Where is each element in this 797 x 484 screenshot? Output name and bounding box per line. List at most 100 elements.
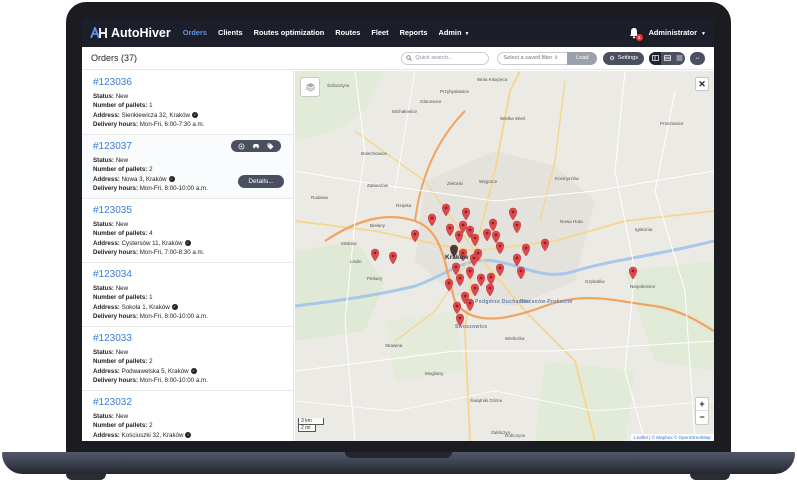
map-base-layer xyxy=(295,71,714,441)
map-place-label: Kraków xyxy=(445,254,469,261)
nav-reports[interactable]: Reports xyxy=(400,28,428,37)
map-place-label: Przybysławice xyxy=(440,89,470,94)
settings-label: Settings xyxy=(617,55,638,61)
map-place-label: Nowa Huta xyxy=(560,219,583,224)
brand-logo[interactable]: AutoHiver xyxy=(90,26,171,40)
expand-button[interactable]: ↔ xyxy=(690,51,705,65)
order-id-link[interactable]: #123036 xyxy=(93,77,293,88)
zoom-in-button[interactable]: + xyxy=(696,398,708,411)
address-label: Address: xyxy=(93,239,120,247)
pallets-label: Number of pallets: xyxy=(93,294,148,302)
orders-list: #123036 Status: New Number of pallets: 1… xyxy=(82,71,294,441)
status-value: New xyxy=(115,285,129,292)
order-pallets: Number of pallets: 2 xyxy=(93,165,293,174)
pallets-value: 2 xyxy=(149,422,153,430)
order-id-link[interactable]: #123032 xyxy=(93,397,293,408)
order-pallets: Number of pallets: 1 xyxy=(93,293,293,302)
order-card[interactable]: #123033 Status: New Number of pallets: 2… xyxy=(82,327,293,391)
map-place-label: Bolechowice xyxy=(361,151,387,156)
search-input[interactable]: Quick search... xyxy=(401,51,490,65)
order-address: Address: Sienkiewicza 32, Kraków ✓ xyxy=(93,111,293,120)
split-view-button[interactable] xyxy=(649,51,661,65)
user-menu[interactable]: Administrator ▼ xyxy=(649,28,706,37)
app-screen: AutoHiver Orders Clients Routes optimiza… xyxy=(82,18,714,441)
details-button[interactable]: Details... xyxy=(238,175,284,188)
status-label: Status: xyxy=(93,221,114,228)
order-status: Status: New xyxy=(93,220,293,229)
map-place-label: Igołomia xyxy=(635,227,653,232)
order-pallets: Number of pallets: 4 xyxy=(93,229,293,238)
layers-icon xyxy=(305,83,315,92)
car-icon[interactable] xyxy=(252,143,260,149)
zoom-out-button[interactable]: − xyxy=(696,411,708,424)
order-status: Status: New xyxy=(93,284,293,293)
address-label: Address: xyxy=(93,431,120,439)
order-pallets: Number of pallets: 2 xyxy=(93,421,293,430)
map-place-label: Mogilany xyxy=(425,371,444,376)
nav-clients[interactable]: Clients xyxy=(218,28,243,37)
map-marker-icon[interactable] xyxy=(371,248,379,262)
check-circle-icon: ✓ xyxy=(168,175,175,182)
order-card[interactable]: #123036 Status: New Number of pallets: 1… xyxy=(82,71,293,135)
order-card[interactable]: #123035 Status: New Number of pallets: 4… xyxy=(82,199,293,263)
list-view-button[interactable] xyxy=(673,52,685,65)
page-title: Orders (37) xyxy=(91,53,138,63)
autohiver-logo-icon xyxy=(90,26,107,38)
pallets-value: 1 xyxy=(149,294,153,302)
map-place-label: Rudawa xyxy=(311,195,328,200)
target-icon[interactable] xyxy=(238,143,245,150)
pallets-label: Number of pallets: xyxy=(93,230,148,238)
settings-button[interactable]: ⚙ Settings xyxy=(603,51,644,65)
map-place-label: Wola Książęca xyxy=(477,77,508,82)
nav-user-area: 1 Administrator ▼ xyxy=(628,27,706,41)
status-value: New xyxy=(115,221,129,228)
map-marker-icon[interactable] xyxy=(389,251,397,265)
order-status: Status: New xyxy=(93,156,293,165)
saved-filter-select[interactable]: Select a saved filter ⇕ xyxy=(497,51,568,65)
map-place-label: Węgrzce xyxy=(479,179,498,184)
check-circle-icon: ✓ xyxy=(190,367,197,374)
nav-admin[interactable]: Admin ▼ xyxy=(439,28,470,37)
table-view-button[interactable] xyxy=(661,52,673,65)
map-attribution[interactable]: Leaflet | © Mapbox © OpenStreetMap xyxy=(631,434,714,441)
map-place-label: Zielonki xyxy=(447,181,463,186)
scale-mi: 2 mi xyxy=(298,425,316,432)
hours-label: Delivery hours: xyxy=(93,184,139,192)
status-value: New xyxy=(115,157,129,164)
address-value: Sokola 1, Kraków xyxy=(121,303,170,311)
order-pallets: Number of pallets: 1 xyxy=(93,101,293,110)
pallets-value: 2 xyxy=(149,358,153,366)
hours-value: Mon-Fri, 6:00-7:30 a.m. xyxy=(139,120,205,128)
notifications-button[interactable]: 1 xyxy=(628,27,643,41)
load-filter-button[interactable]: Load xyxy=(567,51,598,65)
orders-map[interactable]: Przybysławice Wola Książęca Ściborzyce Mich… xyxy=(295,71,714,441)
address-value: Sienkiewicza 32, Kraków xyxy=(121,111,190,119)
order-card[interactable]: #123032 Status: New Number of pallets: 2… xyxy=(82,391,293,441)
saved-filter-group: Select a saved filter ⇕ Load xyxy=(497,51,598,65)
map-place-label: Skawina xyxy=(385,343,403,348)
laptop-foot-left xyxy=(66,474,106,480)
hours-value: Mon-Fri, 7:00-8:30 a.m. xyxy=(139,248,205,256)
tag-icon[interactable] xyxy=(267,143,274,150)
laptop-notch xyxy=(345,452,452,458)
order-id-link[interactable]: #123034 xyxy=(93,269,293,280)
close-map-button[interactable]: ✕ xyxy=(695,77,709,91)
nav-routes-optimization[interactable]: Routes optimization xyxy=(254,28,325,37)
pallets-label: Number of pallets: xyxy=(93,358,148,366)
order-hours: Delivery hours: Mon-Fri, 7:00-8:30 a.m. xyxy=(93,248,293,257)
filter-placeholder: Select a saved filter xyxy=(503,55,553,61)
check-circle-icon: ✓ xyxy=(171,303,178,310)
nav-fleet[interactable]: Fleet xyxy=(371,28,388,37)
map-place-label: Wielka Wieś xyxy=(500,116,526,121)
order-id-link[interactable]: #123035 xyxy=(93,205,293,216)
map-place-label: Swoszowice xyxy=(455,324,488,330)
order-card[interactable]: #123034 Status: New Number of pallets: 1… xyxy=(82,263,293,327)
nav-orders[interactable]: Orders xyxy=(183,28,207,37)
layers-button[interactable] xyxy=(300,77,320,97)
order-id-link[interactable]: #123033 xyxy=(93,333,293,344)
brand-name: AutoHiver xyxy=(111,25,171,40)
order-status: Status: New xyxy=(93,92,293,101)
nav-routes[interactable]: Routes xyxy=(335,28,360,37)
order-card[interactable]: #123037 Status: New Number of pallets: 2… xyxy=(82,135,293,199)
address-value: Cystersów 11, Kraków xyxy=(121,239,183,247)
